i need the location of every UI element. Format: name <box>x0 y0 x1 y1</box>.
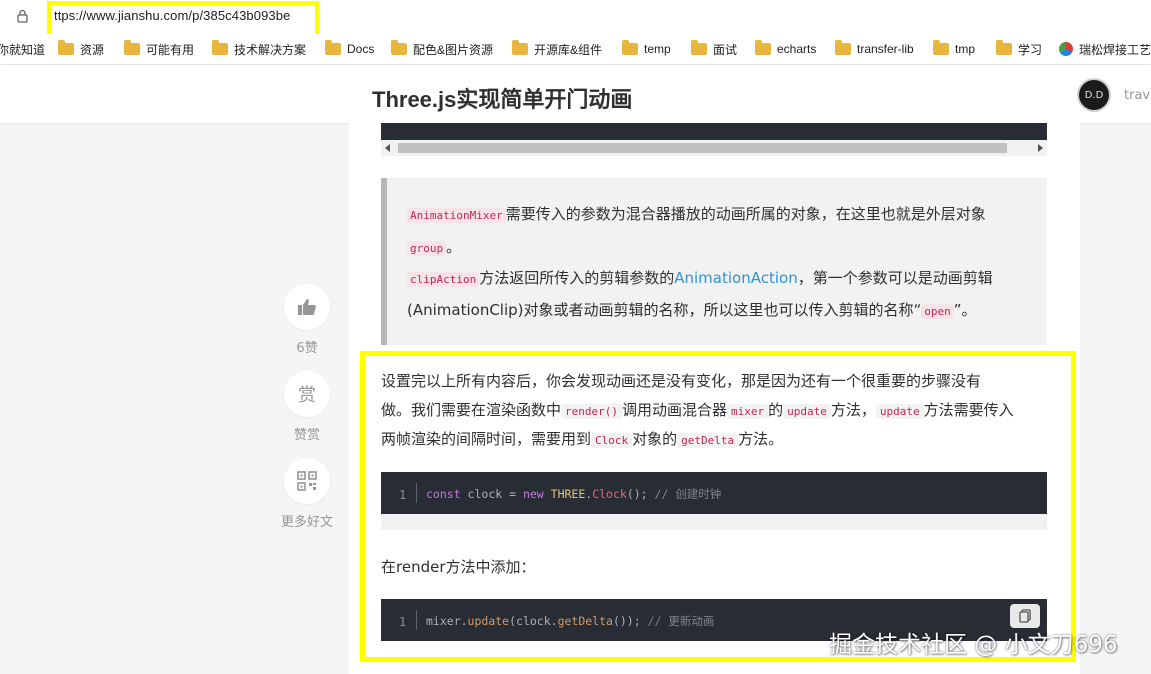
like-button[interactable] <box>284 284 330 330</box>
folder-icon <box>835 40 851 55</box>
animation-action-link[interactable]: AnimationAction <box>674 269 797 287</box>
inline-code: group <box>407 241 447 256</box>
folder-icon <box>391 40 407 55</box>
folder-icon <box>996 40 1012 55</box>
scroll-right-arrow-icon[interactable] <box>1038 144 1043 152</box>
thumbs-up-icon <box>298 299 316 315</box>
bookmark-item[interactable]: 可能有用 <box>124 40 194 58</box>
more-articles-label: 更多好文 <box>280 515 333 530</box>
like-count: 6赞 <box>296 341 318 356</box>
more-articles-button[interactable] <box>284 458 330 504</box>
quote-line: clipAction 方法返回所传入的剪辑参数的AnimationAction，第… <box>407 267 993 288</box>
bookmark-item[interactable]: temp <box>622 40 671 58</box>
reward-label: 赞赏 <box>293 428 320 443</box>
bookmark-item[interactable]: 学习 <box>996 40 1042 58</box>
article-title: Three.js实现简单开门动画 <box>372 87 633 112</box>
folder-icon <box>512 40 528 55</box>
avatar-text: D.D <box>1084 89 1104 101</box>
bookmark-item[interactable]: 你就知道 <box>0 40 45 58</box>
bookmark-item[interactable]: 面试 <box>691 40 737 58</box>
bookmark-item[interactable]: 瑞松焊接工艺 <box>1059 40 1151 58</box>
inline-code: open <box>921 304 954 319</box>
folder-icon <box>124 40 140 55</box>
reward-button[interactable]: 赏 <box>284 371 330 417</box>
folder-icon <box>58 40 74 55</box>
section-highlight-box <box>360 351 1076 662</box>
qr-code-icon <box>297 471 317 491</box>
bookmark-item[interactable]: 资源 <box>58 40 104 58</box>
bookmarks-bar: 你就知道 资源 可能有用 技术解决方案 Docs 配色&图片资源 开源库&组件 … <box>0 34 1151 65</box>
folder-icon <box>325 40 341 55</box>
bookmark-item[interactable]: Docs <box>325 40 374 58</box>
bookmark-item[interactable]: echarts <box>755 40 816 58</box>
url-highlight-box <box>47 1 319 38</box>
site-logo-icon <box>1059 42 1073 56</box>
scroll-left-arrow-icon[interactable] <box>385 144 390 152</box>
folder-icon <box>622 40 638 55</box>
scrollbar-thumb[interactable] <box>398 143 1007 153</box>
quote-line: AnimationMixer 需要传入的参数为混合器播放的动画所属的对象，在这里也… <box>407 203 986 224</box>
inline-code: AnimationMixer <box>407 208 506 223</box>
avatar[interactable]: D.D <box>1079 80 1109 110</box>
bookmark-item[interactable]: 开源库&组件 <box>512 40 602 58</box>
folder-icon <box>691 40 707 55</box>
bookmark-item[interactable]: 技术解决方案 <box>212 40 306 58</box>
quote-line: (AnimationClip)对象或者动画剪辑的名称，所以这里也可以传入剪辑的名… <box>407 301 977 319</box>
watermark: 掘金技术社区 @ 小文刀696 <box>829 632 1118 658</box>
bookmark-item[interactable]: 配色&图片资源 <box>391 40 493 58</box>
folder-icon <box>933 40 949 55</box>
author-name[interactable]: trave <box>1124 88 1151 103</box>
code-block-partial <box>381 123 1047 140</box>
folder-icon <box>212 40 228 55</box>
bookmark-item[interactable]: tmp <box>933 40 975 58</box>
reward-icon: 赏 <box>298 385 316 406</box>
folder-icon <box>755 40 771 55</box>
inline-code: clipAction <box>407 272 480 287</box>
quote-line: group。 <box>407 236 461 257</box>
lock-icon[interactable] <box>17 9 28 23</box>
bookmark-item[interactable]: transfer-lib <box>835 40 914 58</box>
